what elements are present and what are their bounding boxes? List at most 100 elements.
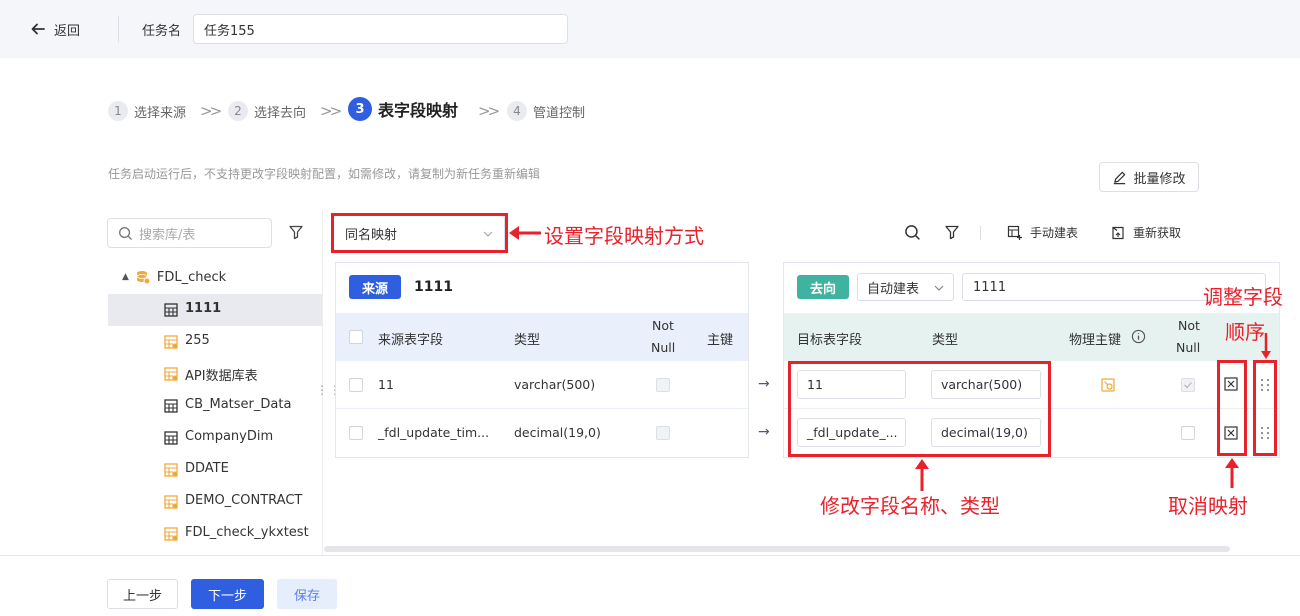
toolbar-divider — [980, 226, 981, 240]
arrow-left-icon — [31, 23, 45, 35]
annotation-cancel-mapping: 取消映射 — [1168, 494, 1248, 518]
source-notnull-checkbox — [656, 426, 670, 440]
footer-divider — [0, 555, 1300, 556]
notice-text: 任务启动运行后，不支持更改字段映射配置，如需修改，请复制为新任务重新编辑 — [108, 167, 541, 181]
batch-edit-button[interactable]: 批量修改 — [1099, 162, 1199, 192]
annotation-adjust-order-2: 顺序 — [1225, 320, 1265, 344]
header-divider — [118, 16, 119, 42]
database-icon — [136, 271, 151, 285]
batch-edit-label: 批量修改 — [1133, 171, 1186, 187]
chevron-right-icon: >> — [200, 102, 222, 120]
target-col-pk: 物理主键 — [1069, 333, 1122, 348]
tree-item-table[interactable]: FDL_check_ykxtest — [108, 518, 322, 550]
filter-icon[interactable] — [288, 224, 304, 240]
tree-item-table[interactable]: 255 — [108, 326, 322, 358]
edit-pen-icon — [1114, 171, 1126, 184]
source-notnull-checkbox — [656, 378, 670, 392]
table-orange-icon — [164, 463, 178, 477]
step-label: 表字段映射 — [378, 101, 459, 120]
tree-item-label: CompanyDim — [185, 429, 274, 444]
source-field-name: 11 — [378, 377, 394, 392]
horizontal-scrollbar[interactable] — [324, 546, 1230, 552]
table-search-input[interactable]: 搜索库/表 — [107, 218, 272, 248]
target-table-name: 1111 — [973, 279, 1007, 295]
tree-item-label: 255 — [185, 333, 210, 348]
target-create-mode-select[interactable]: 自动建表 — [857, 273, 954, 301]
step-field-mapping[interactable]: 3 表字段映射 — [348, 97, 459, 121]
annotation-mapping-mode: 设置字段映射方式 — [544, 224, 704, 248]
refetch-label: 重新获取 — [1133, 226, 1182, 240]
step-number: 4 — [507, 101, 527, 121]
step-number: 3 — [348, 97, 372, 121]
annotation-box-cancel-mapping — [1217, 360, 1247, 456]
source-row-checkbox[interactable] — [349, 426, 363, 440]
table-grid-icon — [164, 431, 178, 445]
annotation-adjust-order: 调整字段 — [1203, 285, 1283, 309]
table-orange-icon — [164, 527, 178, 541]
chevron-right-icon: >> — [320, 102, 342, 120]
source-col-notnull: Not — [652, 318, 674, 333]
target-col-type: 类型 — [932, 333, 959, 348]
tree-item-table[interactable]: 1111 — [108, 294, 322, 326]
tree-item-table[interactable]: CompanyDim — [108, 422, 322, 454]
caret-down-icon: ▲ — [122, 272, 129, 282]
primary-key-icon[interactable] — [1101, 378, 1115, 392]
target-tag: 去向 — [797, 275, 849, 299]
tree-item-table[interactable]: DDATE — [108, 454, 322, 486]
prev-step-button[interactable]: 上一步 — [107, 579, 178, 609]
next-step-button[interactable]: 下一步 — [191, 579, 264, 609]
search-icon[interactable] — [904, 224, 921, 241]
annotation-box-mapping-mode — [331, 213, 508, 253]
annotation-arrow-up-icon — [915, 459, 929, 491]
row-divider — [336, 408, 748, 409]
tree-item-table[interactable]: API数据库表 — [108, 358, 322, 390]
target-notnull-checkbox — [1181, 378, 1195, 392]
source-field-type: varchar(500) — [514, 377, 596, 392]
search-placeholder: 搜索库/表 — [139, 227, 196, 243]
source-col-notnull-2: Null — [651, 340, 676, 355]
table-orange-icon — [164, 495, 178, 509]
step-number: 1 — [108, 101, 128, 121]
target-notnull-checkbox[interactable] — [1181, 426, 1195, 440]
refetch-button[interactable]: 重新获取 — [1110, 224, 1181, 241]
task-name-input[interactable] — [193, 14, 568, 44]
step-select-target[interactable]: 2 选择去向 — [228, 100, 306, 122]
source-table-name: 1111 — [414, 279, 453, 295]
save-button[interactable]: 保存 — [277, 579, 337, 609]
table-orange-icon — [164, 335, 178, 349]
tree-root-database[interactable]: ▲ FDL_check — [122, 266, 226, 288]
target-col-notnull-2: Null — [1176, 340, 1201, 355]
table-orange-icon — [164, 367, 178, 381]
manual-create-label: 手动建表 — [1030, 226, 1079, 240]
info-icon[interactable] — [1131, 329, 1146, 344]
filter-icon[interactable] — [944, 224, 960, 240]
tree-item-label: DDATE — [185, 461, 229, 476]
source-field-type: decimal(19,0) — [514, 425, 601, 440]
step-number: 2 — [228, 101, 248, 121]
check-icon — [1184, 382, 1192, 389]
annotation-box-modify-fields — [788, 361, 1051, 457]
manual-create-table-button[interactable]: 手动建表 — [1007, 224, 1078, 241]
search-icon — [119, 226, 133, 240]
back-button[interactable]: 返回 — [30, 19, 80, 39]
annotation-arrow-left-icon — [509, 226, 541, 240]
source-tag: 来源 — [349, 275, 401, 299]
tree-item-table[interactable]: CB_Matser_Data — [108, 390, 322, 422]
arrow-right-icon: → — [758, 376, 770, 392]
task-name-label: 任务名 — [142, 24, 182, 39]
table-grid-icon — [164, 303, 178, 317]
table-grid-icon — [164, 399, 178, 413]
tree-item-label: API数据库表 — [185, 369, 258, 384]
table-add-icon — [1007, 225, 1022, 240]
source-field-name: _fdl_update_tim... — [378, 425, 490, 440]
tree-item-table[interactable]: DEMO_CONTRACT — [108, 486, 322, 518]
source-select-all-checkbox[interactable] — [349, 330, 363, 344]
annotation-arrow-up-icon — [1225, 458, 1239, 488]
annotation-modify-fields: 修改字段名称、类型 — [820, 494, 1000, 518]
refresh-icon — [1112, 226, 1124, 239]
chevron-right-icon: >> — [478, 102, 500, 120]
step-select-source[interactable]: 1 选择来源 — [108, 100, 186, 122]
source-col-type: 类型 — [514, 333, 541, 348]
source-row-checkbox[interactable] — [349, 378, 363, 392]
step-pipeline-control[interactable]: 4 管道控制 — [507, 100, 585, 122]
